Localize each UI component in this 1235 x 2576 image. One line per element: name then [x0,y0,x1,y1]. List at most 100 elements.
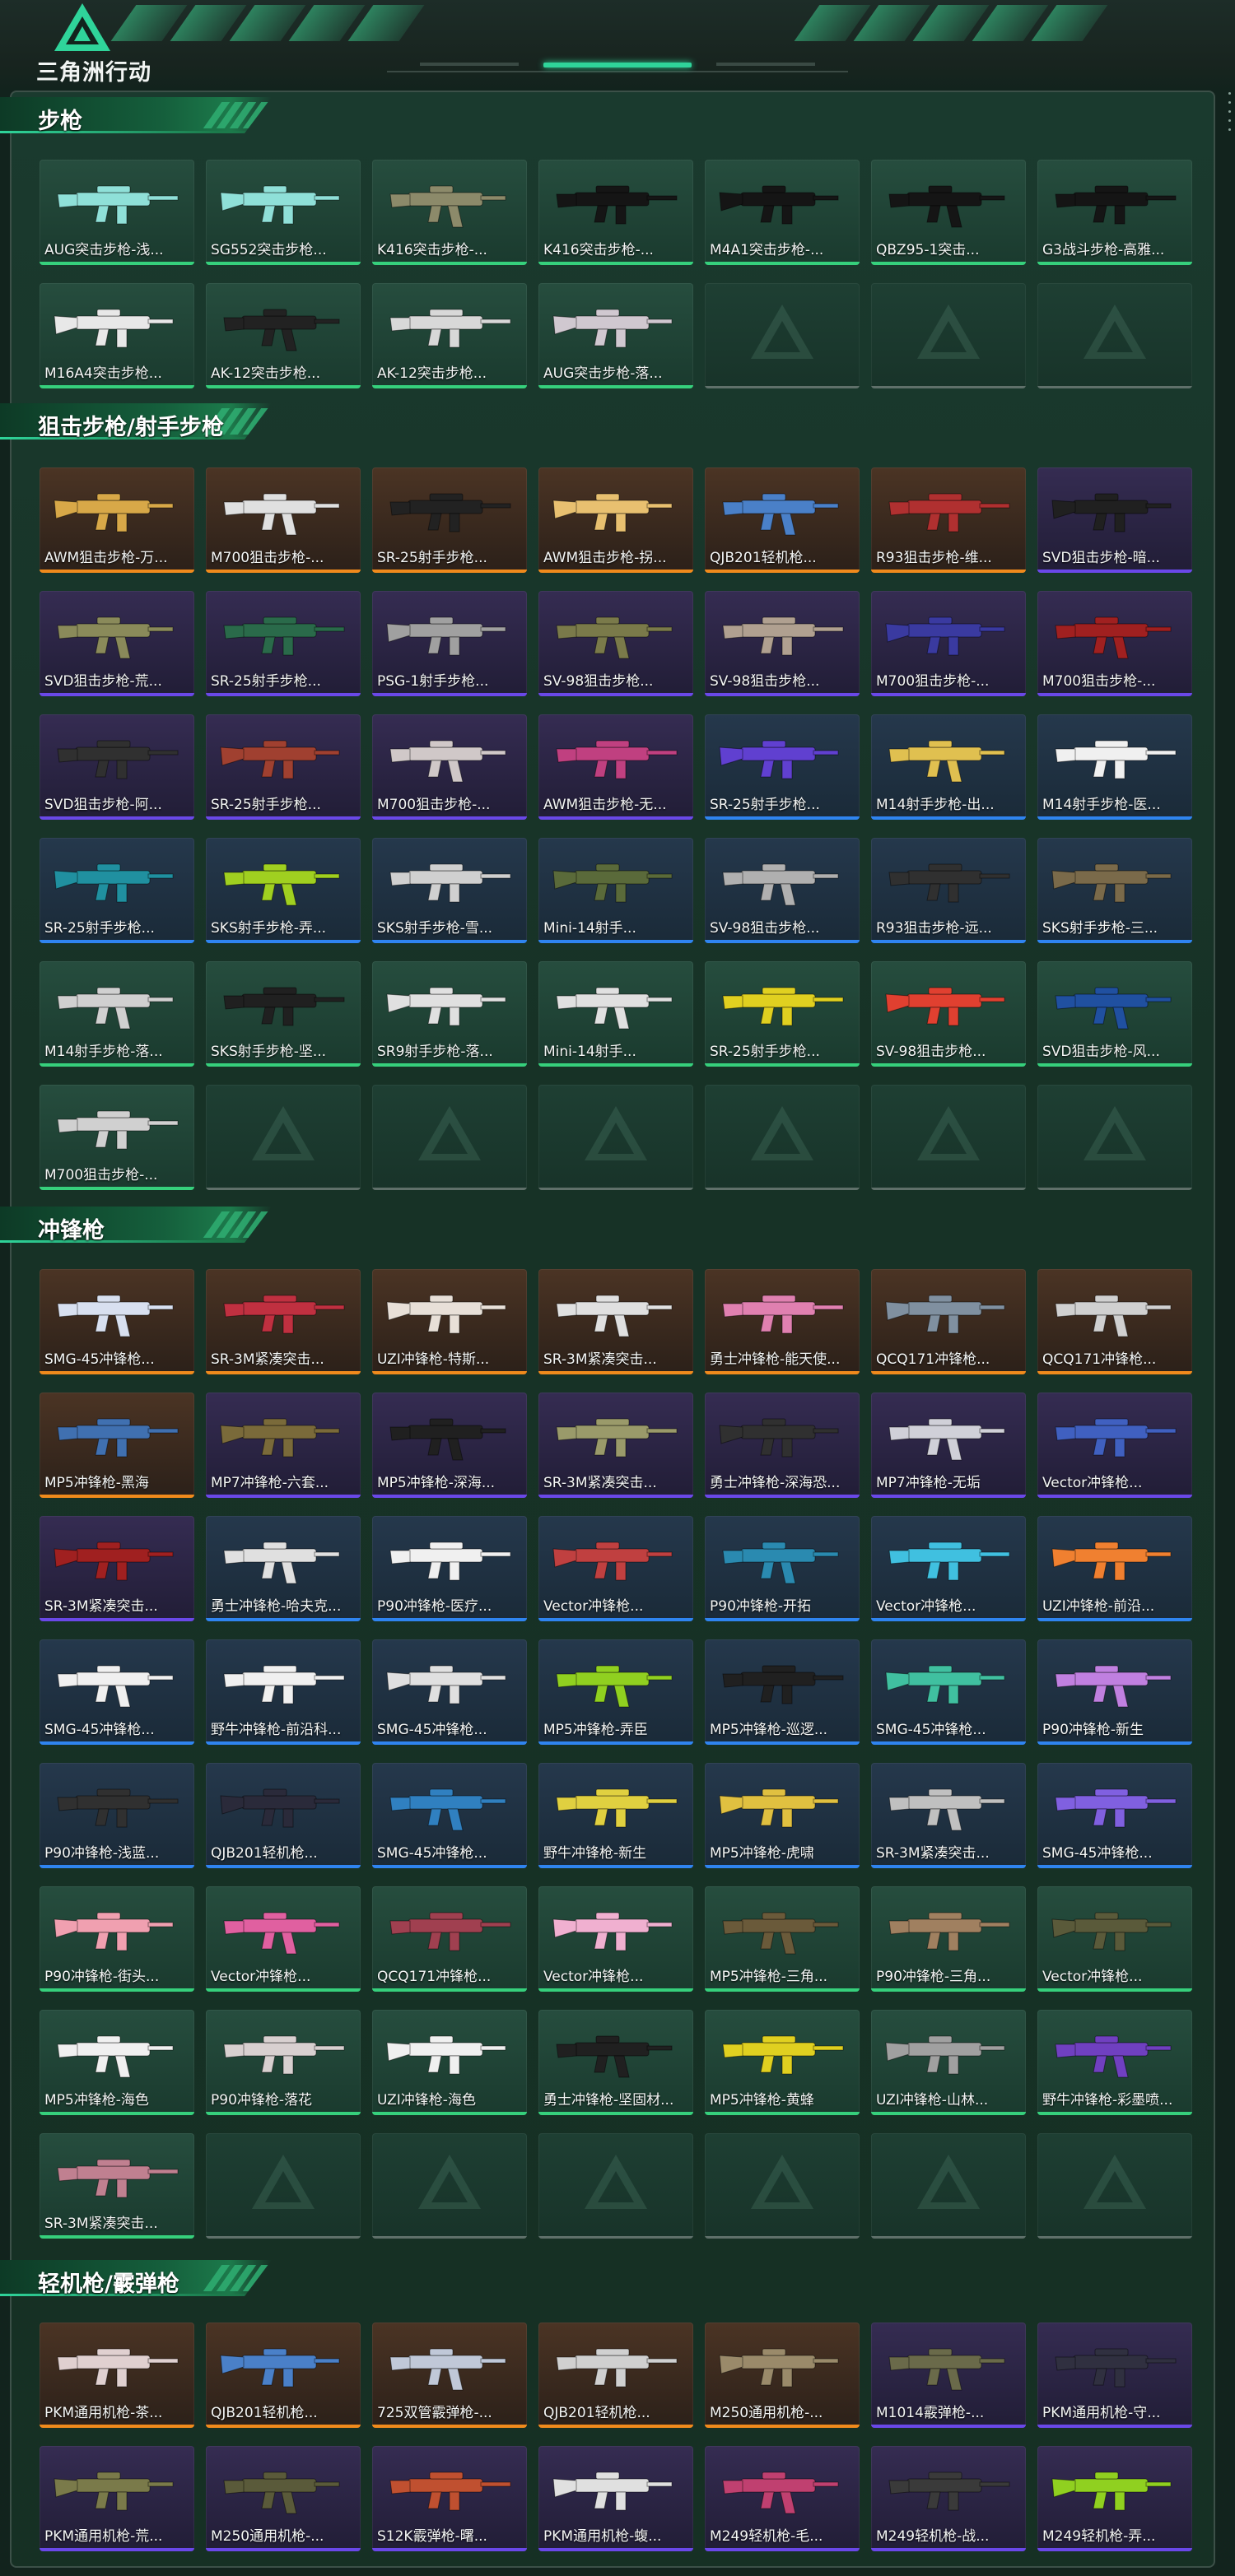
weapon-card[interactable]: SR-25射手步枪... [40,838,194,943]
weapon-card[interactable]: AK-12突击步枪... [206,283,361,388]
weapon-card[interactable]: P90冲锋枪-新生 [1037,1639,1192,1745]
weapon-card[interactable]: M249轻机枪-毛... [705,2446,860,2551]
weapon-card[interactable]: K416突击步枪-... [538,160,693,265]
weapon-card[interactable]: M4A1突击步枪-... [705,160,860,265]
weapon-card[interactable]: Vector冲锋枪... [1037,1886,1192,1992]
weapon-card[interactable]: QCQ171冲锋枪... [871,1269,1026,1374]
weapon-card[interactable]: M249轻机枪-弄... [1037,2446,1192,2551]
weapon-card[interactable]: MP7冲锋枪-六套... [206,1393,361,1498]
weapon-card[interactable]: PKM通用机枪-守... [1037,2323,1192,2428]
weapon-card[interactable]: SKS射手步枪-坚... [206,961,361,1067]
weapon-card[interactable]: UZI冲锋枪-特斯... [372,1269,527,1374]
weapon-card[interactable]: M249轻机枪-战... [871,2446,1026,2551]
weapon-card[interactable]: QBZ95-1突击... [871,160,1026,265]
weapon-card[interactable]: SR-3M紧凑突击... [538,1269,693,1374]
weapon-card[interactable]: 勇士冲锋枪-能天使... [705,1269,860,1374]
weapon-card[interactable]: P90冲锋枪-医疗... [372,1516,527,1621]
weapon-card[interactable]: SV-98狙击步枪... [871,961,1026,1067]
weapon-card[interactable]: MP5冲锋枪-三角... [705,1886,860,1992]
weapon-card[interactable]: S12K霰弹枪-曙... [372,2446,527,2551]
weapon-card[interactable]: SR-3M紧凑突击... [871,1763,1026,1868]
weapon-card[interactable]: SR-25射手步枪... [372,467,527,573]
weapon-card[interactable]: MP5冲锋枪-海色 [40,2010,194,2115]
weapon-card[interactable]: AUG突击步枪-浅... [40,160,194,265]
weapon-card[interactable]: MP5冲锋枪-黄蜂 [705,2010,860,2115]
weapon-card[interactable]: UZI冲锋枪-山林... [871,2010,1026,2115]
weapon-card[interactable]: Vector冲锋枪... [538,1516,693,1621]
weapon-card[interactable]: SR-25射手步枪... [705,961,860,1067]
weapon-card[interactable]: PKM通用机枪-荒... [40,2446,194,2551]
weapon-card[interactable]: QCQ171冲锋枪... [1037,1269,1192,1374]
weapon-card[interactable]: 野牛冲锋枪-彩墨喷... [1037,2010,1192,2115]
weapon-card[interactable]: SR-3M紧凑突击... [40,1516,194,1621]
weapon-card[interactable]: SR-3M紧凑突击... [206,1269,361,1374]
weapon-card[interactable]: QJB201轻机枪... [206,1763,361,1868]
weapon-card[interactable]: QCQ171冲锋枪... [372,1886,527,1992]
weapon-card[interactable]: P90冲锋枪-三角... [871,1886,1026,1992]
weapon-card[interactable]: Vector冲锋枪... [538,1886,693,1992]
weapon-card[interactable]: SVD狙击步枪-暗... [1037,467,1192,573]
weapon-card[interactable]: SKS射手步枪-弄... [206,838,361,943]
weapon-card[interactable]: MP5冲锋枪-深海... [372,1393,527,1498]
weapon-card[interactable]: UZI冲锋枪-前沿... [1037,1516,1192,1621]
weapon-card[interactable]: M14射手步枪-落... [40,961,194,1067]
weapon-card[interactable]: QJB201轻机枪... [705,467,860,573]
weapon-card[interactable]: G3战斗步枪-高雅... [1037,160,1192,265]
weapon-card[interactable]: PKM通用机枪-茶... [40,2323,194,2428]
weapon-card[interactable]: Vector冲锋枪... [871,1516,1026,1621]
weapon-card[interactable]: SR-3M紧凑突击... [538,1393,693,1498]
weapon-card[interactable]: M1014霰弹枪-... [871,2323,1026,2428]
weapon-card[interactable]: SG552突击步枪... [206,160,361,265]
weapon-card[interactable]: R93狙击步枪-远... [871,838,1026,943]
weapon-card[interactable]: MP5冲锋枪-黑海 [40,1393,194,1498]
weapon-card[interactable]: SVD狙击步枪-阿... [40,714,194,820]
weapon-card[interactable]: MP5冲锋枪-巡逻... [705,1639,860,1745]
weapon-card[interactable]: M700狙击步枪-... [40,1085,194,1190]
weapon-card[interactable]: M700狙击步枪-... [372,714,527,820]
weapon-card[interactable]: M700狙击步枪-... [1037,591,1192,696]
weapon-card[interactable]: 勇士冲锋枪-哈夫克... [206,1516,361,1621]
weapon-card[interactable]: M700狙击步枪-... [871,591,1026,696]
weapon-card[interactable]: P90冲锋枪-浅蓝... [40,1763,194,1868]
weapon-card[interactable]: M16A4突击步枪... [40,283,194,388]
weapon-card[interactable]: AWM狙击步枪-万... [40,467,194,573]
weapon-card[interactable]: Vector冲锋枪... [206,1886,361,1992]
weapon-card[interactable]: SMG-45冲锋枪... [40,1269,194,1374]
weapon-card[interactable]: SR9射手步枪-落... [372,961,527,1067]
weapon-card[interactable]: SR-25射手步枪... [206,591,361,696]
weapon-card[interactable]: P90冲锋枪-街头... [40,1886,194,1992]
weapon-card[interactable]: SMG-45冲锋枪... [372,1763,527,1868]
weapon-card[interactable]: PKM通用机枪-蝮... [538,2446,693,2551]
weapon-card[interactable]: SR-3M紧凑突击... [40,2133,194,2239]
weapon-card[interactable]: 勇士冲锋枪-深海恐... [705,1393,860,1498]
weapon-card[interactable]: Mini-14射手... [538,838,693,943]
weapon-card[interactable]: MP5冲锋枪-虎啸 [705,1763,860,1868]
weapon-card[interactable]: QJB201轻机枪... [206,2323,361,2428]
weapon-card[interactable]: QJB201轻机枪... [538,2323,693,2428]
weapon-card[interactable]: AWM狙击步枪-拐... [538,467,693,573]
weapon-card[interactable]: SMG-45冲锋枪... [1037,1763,1192,1868]
weapon-card[interactable]: P90冲锋枪-开拓 [705,1516,860,1621]
weapon-card[interactable]: M250通用机枪-... [705,2323,860,2428]
weapon-card[interactable]: SR-25射手步枪... [206,714,361,820]
weapon-card[interactable]: M14射手步枪-医... [1037,714,1192,820]
weapon-card[interactable]: SMG-45冲锋枪... [40,1639,194,1745]
weapon-card[interactable]: SKS射手步枪-雪... [372,838,527,943]
weapon-card[interactable]: AWM狙击步枪-无... [538,714,693,820]
weapon-card[interactable]: K416突击步枪-... [372,160,527,265]
weapon-card[interactable]: M700狙击步枪-... [206,467,361,573]
weapon-card[interactable]: SV-98狙击步枪... [538,591,693,696]
weapon-card[interactable]: P90冲锋枪-落花 [206,2010,361,2115]
weapon-card[interactable]: SV-98狙击步枪... [705,838,860,943]
weapon-card[interactable]: Mini-14射手... [538,961,693,1067]
weapon-card[interactable]: UZI冲锋枪-海色 [372,2010,527,2115]
weapon-card[interactable]: PSG-1射手步枪... [372,591,527,696]
scrollbar[interactable] [1227,92,1232,142]
weapon-card[interactable]: M14射手步枪-出... [871,714,1026,820]
weapon-card[interactable]: SKS射手步枪-三... [1037,838,1192,943]
weapon-card[interactable]: SR-25射手步枪... [705,714,860,820]
weapon-card[interactable]: AK-12突击步枪... [372,283,527,388]
weapon-card[interactable]: AUG突击步枪-落... [538,283,693,388]
weapon-card[interactable]: MP5冲锋枪-弄臣 [538,1639,693,1745]
weapon-card[interactable]: R93狙击步枪-维... [871,467,1026,573]
